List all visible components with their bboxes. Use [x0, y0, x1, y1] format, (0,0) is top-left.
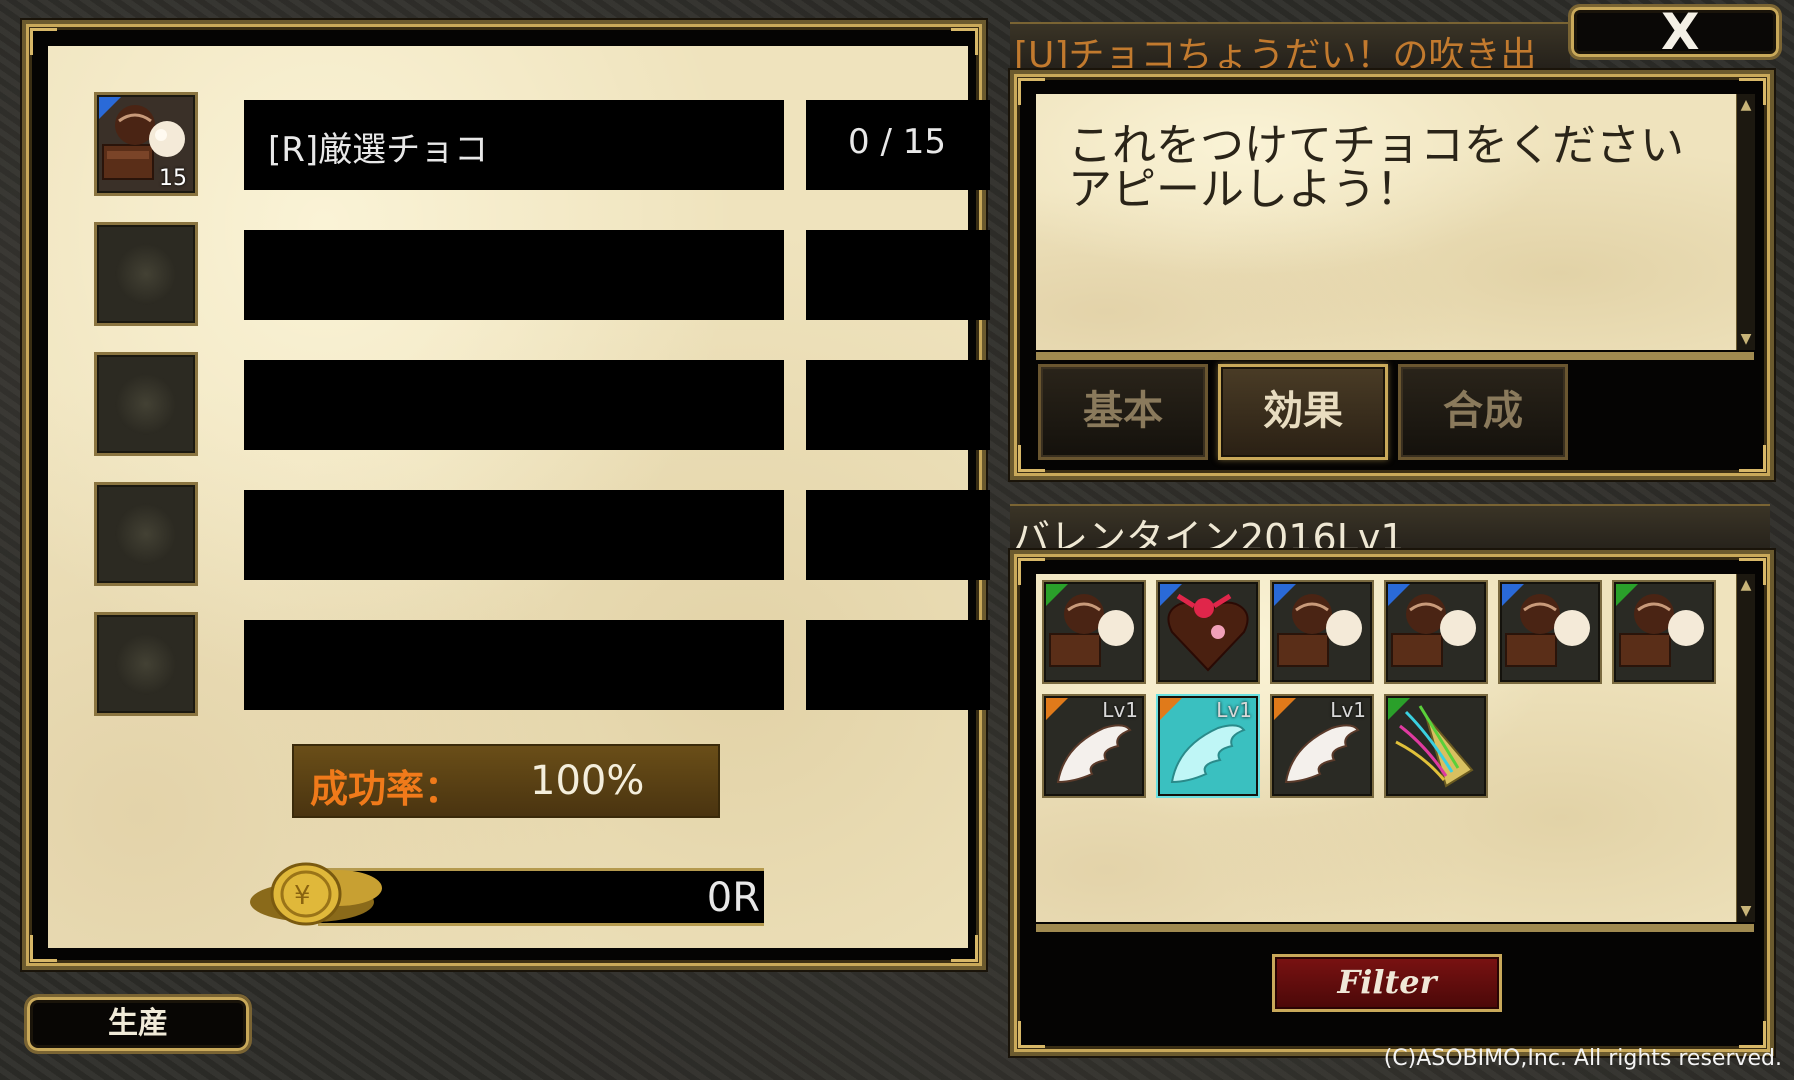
- material-slot-4[interactable]: [94, 482, 198, 586]
- stack-count: 15: [159, 166, 187, 191]
- recipe-item[interactable]: [1612, 580, 1716, 684]
- description-scrollbar[interactable]: ▲ ▼: [1736, 94, 1755, 350]
- success-rate-label: 成功率：: [310, 766, 463, 811]
- chocolate-box-icon: [1391, 594, 1476, 667]
- success-rate-box: 成功率： 100%: [292, 744, 720, 818]
- material-name-box: [R]厳選チョコ: [244, 100, 784, 190]
- material-quantity: 0 / 15: [848, 122, 946, 162]
- scroll-up-icon[interactable]: ▲: [1738, 574, 1754, 596]
- material-slot-3[interactable]: [94, 352, 198, 456]
- copyright-text: (C)ASOBIMO,Inc. All rights reserved.: [1383, 1046, 1782, 1071]
- recipe-item[interactable]: Lv1: [1042, 694, 1146, 798]
- level-label: Lv1: [1216, 698, 1252, 722]
- recipe-item[interactable]: [1270, 580, 1374, 684]
- scroll-down-icon[interactable]: ▼: [1738, 900, 1754, 922]
- chocolate-box-icon: [1619, 594, 1704, 667]
- material-quantity-box: [806, 490, 990, 580]
- svg-text:¥: ¥: [294, 881, 311, 911]
- material-slot-5[interactable]: [94, 612, 198, 716]
- description-panel: これをつけてチョコをくださいアピールしよう！ ▲ ▼ 基本 効果 合成: [1010, 70, 1774, 480]
- material-quantity-box: [806, 620, 990, 710]
- recipe-item[interactable]: [1384, 694, 1488, 798]
- material-quantity-box: 0 / 15: [806, 100, 990, 190]
- recipe-item[interactable]: [1042, 580, 1146, 684]
- tab-synthesis[interactable]: 合成: [1398, 364, 1568, 460]
- divider: [1036, 924, 1754, 932]
- material-slot-2[interactable]: [94, 222, 198, 326]
- scroll-down-icon[interactable]: ▼: [1738, 328, 1754, 350]
- item-description: これをつけてチョコをくださいアピールしよう！: [1068, 120, 1684, 215]
- close-icon: X: [1661, 3, 1700, 61]
- material-name-box: [244, 620, 784, 710]
- cost-value: 0R: [706, 875, 760, 921]
- scroll-up-icon[interactable]: ▲: [1738, 94, 1754, 116]
- material-slot-1[interactable]: 15: [94, 92, 198, 196]
- recipe-item[interactable]: [1156, 580, 1260, 684]
- material-name-box: [244, 360, 784, 450]
- materials-panel: 15 [R]厳選チョコ 0 / 15 成功率： 100% 0R ¥: [22, 20, 990, 970]
- recipe-item[interactable]: Lv1: [1270, 694, 1374, 798]
- level-label: Lv1: [1102, 698, 1138, 722]
- recipe-scrollbar[interactable]: ▲ ▼: [1736, 574, 1755, 922]
- close-button[interactable]: X: [1568, 3, 1782, 61]
- material-quantity-box: [806, 360, 990, 450]
- success-rate-value: 100%: [530, 758, 645, 804]
- material-name-box: [244, 230, 784, 320]
- item-title-bar: [U]チョコちょうだい！の吹き出: [1010, 22, 1570, 72]
- filter-button[interactable]: Filter: [1272, 954, 1502, 1012]
- material-quantity-box: [806, 230, 990, 320]
- tab-basic[interactable]: 基本: [1038, 364, 1208, 460]
- produce-button[interactable]: 生産: [24, 994, 252, 1054]
- party-popper-icon: [1395, 705, 1474, 788]
- recipe-item[interactable]: [1384, 580, 1488, 684]
- recipe-grid: Lv1 Lv1 Lv1: [1036, 574, 1736, 922]
- heart-chocolate-icon: [1167, 593, 1249, 672]
- item-title: [U]チョコちょうだい！の吹き出: [1014, 35, 1537, 72]
- chocolate-box-icon: [1049, 594, 1134, 667]
- material-name: [R]厳選チョコ: [268, 130, 489, 170]
- divider: [1036, 352, 1754, 360]
- chocolate-box-icon: [1277, 594, 1362, 667]
- recipe-item-selected[interactable]: Lv1: [1156, 694, 1260, 798]
- recipe-item[interactable]: [1498, 580, 1602, 684]
- tab-effect[interactable]: 効果: [1218, 364, 1388, 460]
- gold-coin-icon: ¥: [250, 862, 382, 926]
- level-label: Lv1: [1330, 698, 1366, 722]
- material-name-box: [244, 490, 784, 580]
- description-area: これをつけてチョコをくださいアピールしよう！: [1036, 94, 1736, 350]
- chocolate-box-icon: [1505, 594, 1590, 667]
